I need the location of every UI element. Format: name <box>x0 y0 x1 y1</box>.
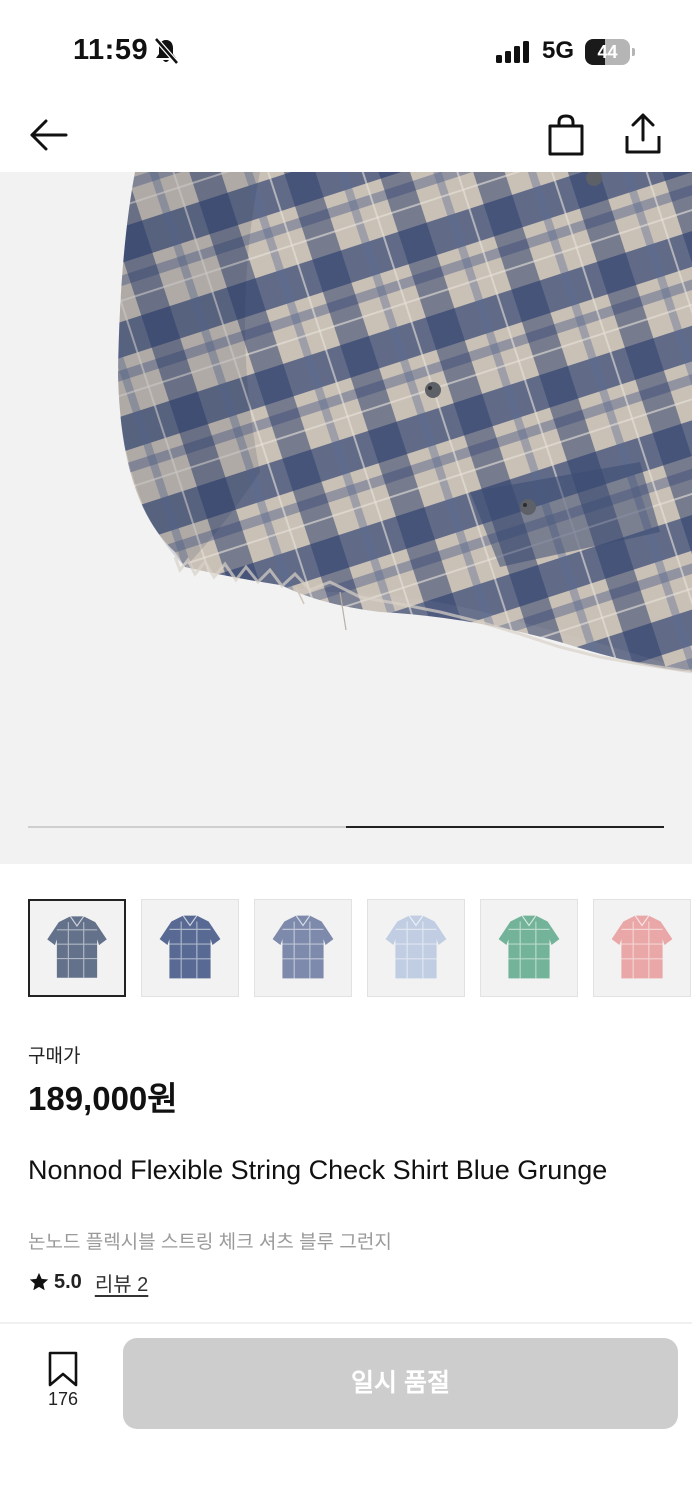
shirt-thumbnail-image <box>385 915 447 979</box>
bottom-divider <box>0 1322 692 1324</box>
rating-value: 5.0 <box>54 1270 82 1293</box>
review-link[interactable]: 리뷰 2 <box>95 1268 148 1297</box>
product-title-korean: 논노드 플렉시블 스트링 체크 셔츠 블루 그런지 <box>28 1232 392 1253</box>
back-arrow-icon[interactable] <box>26 112 72 158</box>
soldout-button[interactable]: 일시 품절 <box>123 1338 678 1429</box>
shopping-bag-icon[interactable] <box>545 112 587 158</box>
thumbnail-2[interactable] <box>141 899 239 997</box>
rating-row: 5.0 리뷰 2 <box>28 1268 148 1296</box>
thumbnail-strip <box>28 899 692 999</box>
shirt-thumbnail-image <box>272 915 334 979</box>
bell-muted-icon <box>154 37 179 65</box>
status-time: 11:59 <box>73 34 149 66</box>
thumbnail-4[interactable] <box>367 899 465 997</box>
wishlist-count: 176 <box>47 1389 79 1409</box>
thumbnail-6[interactable] <box>593 899 691 997</box>
battery-icon: 44 <box>585 39 635 65</box>
price-value: 189,000원 <box>28 1080 178 1117</box>
shirt-thumbnail-image <box>611 915 673 979</box>
battery-level: 44 <box>597 42 618 62</box>
cellular-signal-icon <box>496 41 529 63</box>
carousel-progress-track <box>28 826 664 828</box>
product-photo <box>118 172 692 674</box>
wishlist-button[interactable]: 176 <box>30 1350 96 1420</box>
shirt-thumbnail-image <box>498 915 560 979</box>
product-image-carousel[interactable] <box>0 172 692 864</box>
thumbnail-1[interactable] <box>28 899 126 997</box>
thumbnail-3[interactable] <box>254 899 352 997</box>
nav-bar <box>0 100 692 172</box>
price-label: 구매가 <box>28 1046 81 1067</box>
share-icon[interactable] <box>622 110 664 158</box>
network-type: 5G <box>542 37 575 64</box>
status-bar: 11:59 5G 44 <box>0 0 692 100</box>
shirt-thumbnail-image <box>47 916 107 978</box>
star-icon <box>29 1272 49 1291</box>
shirt-thumbnail-image <box>159 915 221 979</box>
bookmark-icon <box>48 1351 78 1387</box>
carousel-progress-indicator <box>346 826 664 828</box>
thumbnail-5[interactable] <box>480 899 578 997</box>
product-title-english: Nonnod Flexible String Check Shirt Blue … <box>28 1155 608 1185</box>
